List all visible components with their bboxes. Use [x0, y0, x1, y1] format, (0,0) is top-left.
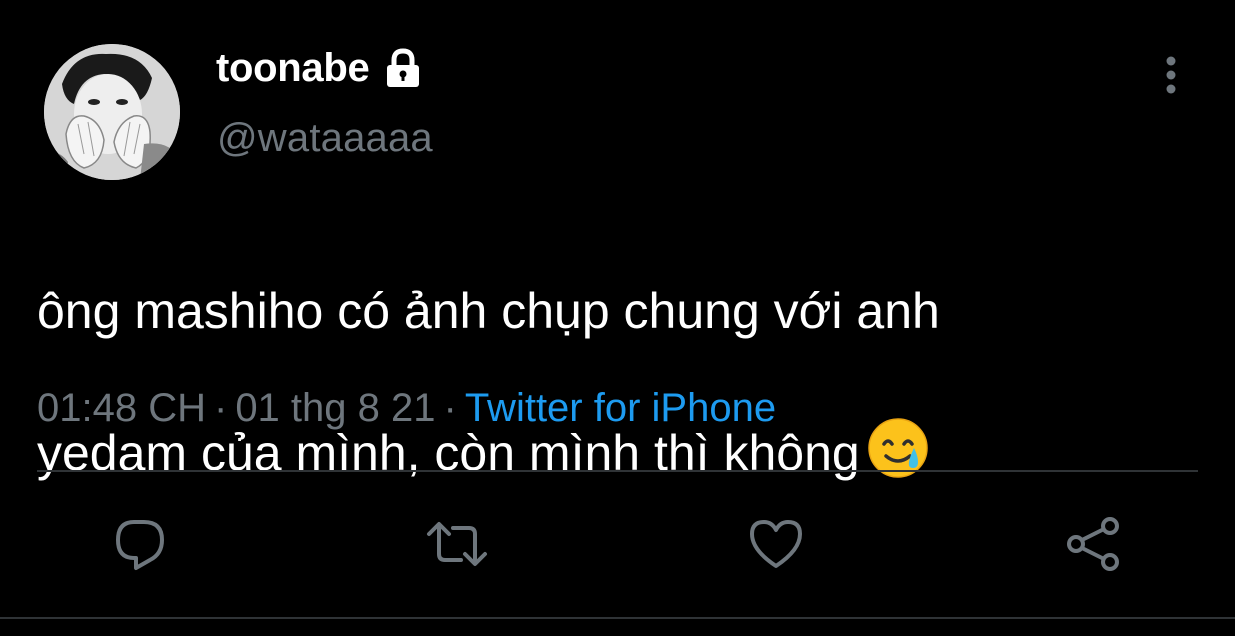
tweet-time[interactable]: 01:48 CH	[37, 386, 206, 430]
tweet-text: ông mashiho có ảnh chụp chung với anh ye…	[37, 206, 1197, 558]
lock-icon	[381, 46, 425, 90]
reply-button[interactable]	[108, 512, 172, 576]
like-icon	[750, 520, 802, 568]
tweet-text-line-1: ông mashiho có ảnh chụp chung với anh	[37, 283, 940, 339]
meta-separator: ·	[443, 386, 457, 430]
more-options-button[interactable]	[1152, 52, 1190, 98]
share-icon	[1067, 517, 1119, 571]
display-name[interactable]: toonabe	[216, 46, 370, 91]
retweet-icon	[427, 522, 487, 566]
author-handle[interactable]: @wataaaaa	[217, 116, 433, 161]
tweet-text-line-2-text: yedam của mình, còn mình thì không	[37, 425, 860, 481]
like-button[interactable]	[744, 512, 808, 576]
share-button[interactable]	[1062, 512, 1126, 576]
bottom-divider	[0, 617, 1235, 619]
divider	[37, 470, 1198, 472]
meta-separator: ·	[213, 386, 228, 430]
avatar[interactable]	[44, 44, 180, 180]
author-name-row[interactable]: toonabe	[216, 42, 425, 94]
tweet-date[interactable]: 01 thg 8 21	[235, 386, 435, 430]
tweet-source-link[interactable]: Twitter for iPhone	[465, 386, 776, 430]
tweet-meta: 01:48 CH · 01 thg 8 21 · Twitter for iPhone	[37, 386, 776, 431]
reply-icon	[116, 520, 164, 570]
retweet-button[interactable]	[425, 512, 489, 576]
more-vertical-icon	[1166, 56, 1176, 94]
